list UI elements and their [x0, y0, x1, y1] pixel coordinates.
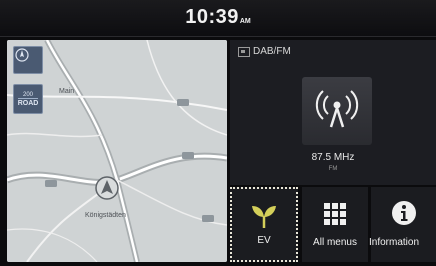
radio-frequency: 87.5 MHz — [311, 152, 355, 163]
clock: 10:39AM — [0, 6, 436, 29]
all-menus-label: All menus — [313, 237, 357, 248]
information-label: Information — [369, 237, 420, 248]
road-shield-4 — [202, 215, 214, 222]
radio-band: FM — [328, 166, 338, 172]
road-shield-3 — [182, 152, 194, 159]
clock-ampm: AM — [239, 18, 251, 25]
info-icon — [391, 201, 416, 225]
radio-widget[interactable]: DAB/FM 87.5 MHz FM — [230, 40, 436, 185]
clock-time: 10:39 — [185, 6, 239, 28]
radio-source-label: DAB/FM — [253, 46, 291, 57]
head-unit-screen: 10:39AM 200 ROAD Main Königstädten DAB/F… — [0, 0, 436, 266]
map-label-town: Königstädten — [85, 212, 126, 219]
broadcast-icon — [315, 90, 359, 128]
map-view[interactable]: 200 ROAD Main Königstädten — [7, 40, 227, 262]
grid-icon — [324, 203, 346, 225]
information-button[interactable]: Information — [369, 187, 436, 262]
radio-icon — [238, 46, 250, 57]
all-menus-button[interactable]: All menus — [302, 187, 368, 262]
map-label-main: Main — [59, 88, 75, 95]
ev-menu-button[interactable]: EV — [230, 187, 298, 262]
compass-icon — [15, 48, 29, 62]
road-shield-2 — [45, 180, 57, 187]
radio-source-title: DAB/FM — [238, 46, 291, 57]
station-artwork — [302, 77, 372, 145]
scale-unit: ROAD — [17, 97, 39, 107]
leaf-sprout-icon — [252, 206, 276, 228]
road-shield-1 — [177, 99, 189, 106]
map-scale-button[interactable]: 200 ROAD — [13, 84, 43, 114]
ev-menu-label: EV — [257, 235, 271, 246]
status-bar: 10:39AM — [0, 0, 436, 37]
compass-button[interactable] — [13, 46, 43, 74]
